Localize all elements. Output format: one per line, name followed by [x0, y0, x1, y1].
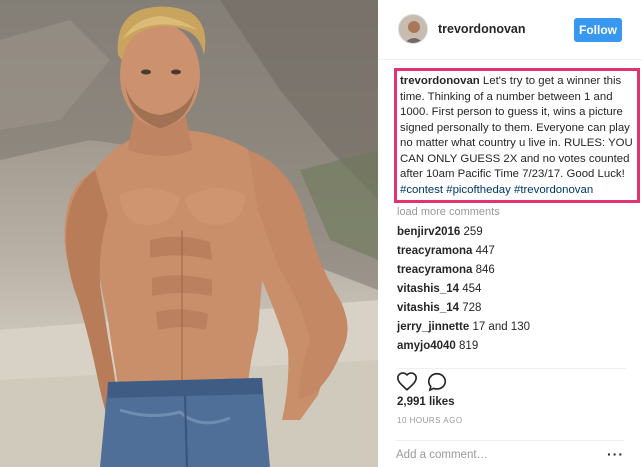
- comment-text: 728: [462, 302, 482, 314]
- add-comment-bar: ···: [396, 440, 624, 467]
- post-header: trevordonovan Follow: [378, 0, 642, 60]
- likes-count[interactable]: 2,991 likes: [397, 396, 455, 408]
- comment-username[interactable]: vitashis_14: [397, 302, 459, 314]
- comment-item: vitashis_14 454: [397, 281, 637, 300]
- username-link[interactable]: trevordonovan: [438, 22, 526, 36]
- comment-text: 17 and 130: [472, 321, 530, 333]
- speech-bubble-icon[interactable]: [426, 371, 448, 393]
- post-timestamp: 10 HOURS AGO: [397, 416, 463, 425]
- ellipsis-icon[interactable]: ···: [607, 447, 624, 461]
- comment-text: 454: [462, 283, 482, 295]
- avatar-image: [399, 15, 427, 43]
- comment-text: 447: [475, 245, 495, 257]
- comment-item: amyjo4040 819: [397, 338, 637, 357]
- hashtag-trevordonovan[interactable]: #trevordonovan: [514, 184, 593, 196]
- caption-username[interactable]: trevordonovan: [400, 75, 480, 87]
- post-side-panel: trevordonovan Follow trevordonovan Let's…: [378, 0, 642, 467]
- add-comment-input[interactable]: [396, 443, 586, 467]
- comment-item: vitashis_14 728: [397, 300, 637, 319]
- comment-username[interactable]: jerry_jinnette: [397, 321, 469, 333]
- action-bar: [396, 368, 626, 392]
- load-more-comments-link[interactable]: load more comments: [397, 206, 500, 218]
- comment-item: jerry_jinnette 17 and 130: [397, 319, 637, 338]
- follow-button[interactable]: Follow: [574, 18, 622, 42]
- comment-item: treacyramona 846: [397, 262, 637, 281]
- comment-item: benjirv2016 259: [397, 224, 637, 243]
- caption-text: Let's try to get a winner this time. Thi…: [400, 75, 633, 180]
- comment-list: benjirv2016 259 treacyramona 447 treacyr…: [397, 224, 637, 357]
- comment-text: 819: [459, 340, 479, 352]
- comment-username[interactable]: amyjo4040: [397, 340, 456, 352]
- comment-username[interactable]: treacyramona: [397, 264, 472, 276]
- caption-highlight: trevordonovan Let's try to get a winner …: [394, 68, 640, 203]
- shirtless-man-beach-image: [0, 0, 378, 467]
- comment-username[interactable]: benjirv2016: [397, 226, 460, 238]
- comment-text: 259: [463, 226, 483, 238]
- heart-outline-icon[interactable]: [396, 371, 418, 393]
- comment-username[interactable]: treacyramona: [397, 245, 472, 257]
- hashtag-picoftheday[interactable]: #picoftheday: [446, 184, 511, 196]
- comment-username[interactable]: vitashis_14: [397, 283, 459, 295]
- comment-text: 846: [475, 264, 495, 276]
- comment-item: treacyramona 447: [397, 243, 637, 262]
- post-photo[interactable]: [0, 0, 378, 467]
- hashtag-contest[interactable]: #contest: [400, 184, 443, 196]
- avatar[interactable]: [398, 14, 428, 44]
